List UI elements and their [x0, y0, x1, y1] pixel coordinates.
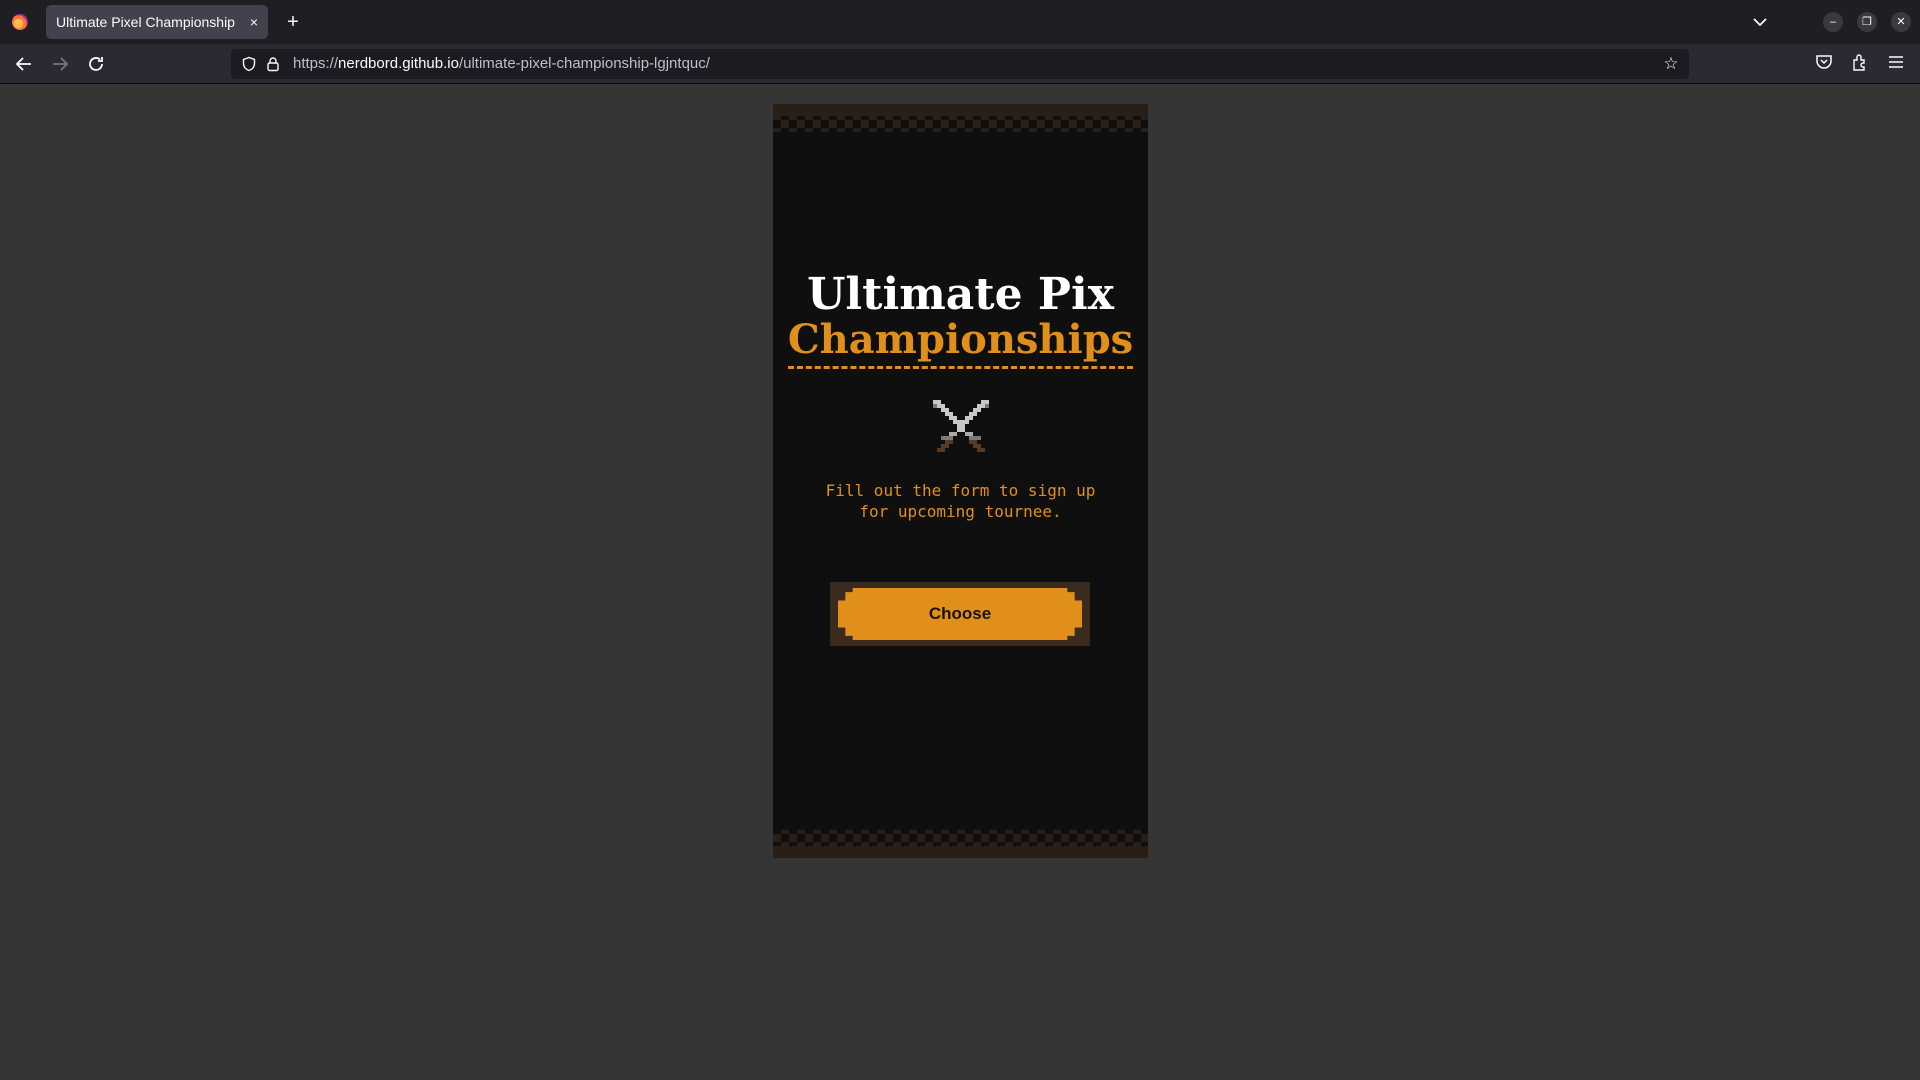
tab-close-icon[interactable]: ×: [250, 5, 258, 39]
url-host: nerdbord.github.io: [338, 55, 459, 72]
signup-description: Fill out the form to sign up for upcomin…: [773, 480, 1148, 522]
firefox-icon: [12, 14, 28, 30]
extensions-icon[interactable]: [1848, 52, 1872, 76]
url-scheme: https://: [293, 55, 339, 72]
star-icon[interactable]: ☆: [1661, 54, 1681, 74]
restore-icon[interactable]: ❐: [1857, 12, 1877, 32]
tab-list-chevron-icon[interactable]: [1748, 10, 1772, 34]
pocket-icon[interactable]: [1812, 52, 1836, 76]
title-line-1: Ultimate Pix: [807, 269, 1114, 320]
signup-card: Ultimate Pix Championships Fill out the …: [773, 104, 1148, 858]
forward-icon[interactable]: [48, 52, 72, 76]
choose-button[interactable]: Choose: [838, 588, 1082, 640]
url-bar[interactable]: https://nerdbord.github.io/ultimate-pixe…: [231, 49, 1689, 79]
reload-icon[interactable]: [84, 52, 108, 76]
lock-icon[interactable]: [265, 56, 281, 72]
back-icon[interactable]: [12, 52, 36, 76]
new-tab-button[interactable]: +: [280, 9, 306, 35]
minimize-icon[interactable]: –: [1823, 12, 1843, 32]
checker-border-bottom: [773, 830, 1148, 858]
subtitle-line-2: for upcoming tournee.: [859, 502, 1062, 521]
checker-border-top: [773, 104, 1148, 132]
tab-bar: Ultimate Pixel Championship × + – ❐ ✕: [0, 0, 1920, 44]
tab-active[interactable]: Ultimate Pixel Championship ×: [46, 5, 268, 39]
choose-button-frame: Choose: [830, 582, 1090, 646]
crossed-swords-icon: [933, 400, 989, 452]
close-window-icon[interactable]: ✕: [1891, 12, 1911, 32]
title-line-2: Championships: [787, 318, 1134, 369]
shield-icon[interactable]: [241, 56, 257, 72]
page-title: Ultimate Pix Championships: [773, 272, 1148, 369]
navigation-toolbar: https://nerdbord.github.io/ultimate-pixe…: [0, 44, 1920, 84]
url-text[interactable]: https://nerdbord.github.io/ultimate-pixe…: [293, 49, 710, 79]
url-path: /ultimate-pixel-championship-lgjntquc/: [458, 55, 710, 72]
menu-icon[interactable]: [1884, 52, 1908, 76]
tab-title: Ultimate Pixel Championship: [56, 14, 235, 30]
subtitle-line-1: Fill out the form to sign up: [825, 481, 1096, 500]
